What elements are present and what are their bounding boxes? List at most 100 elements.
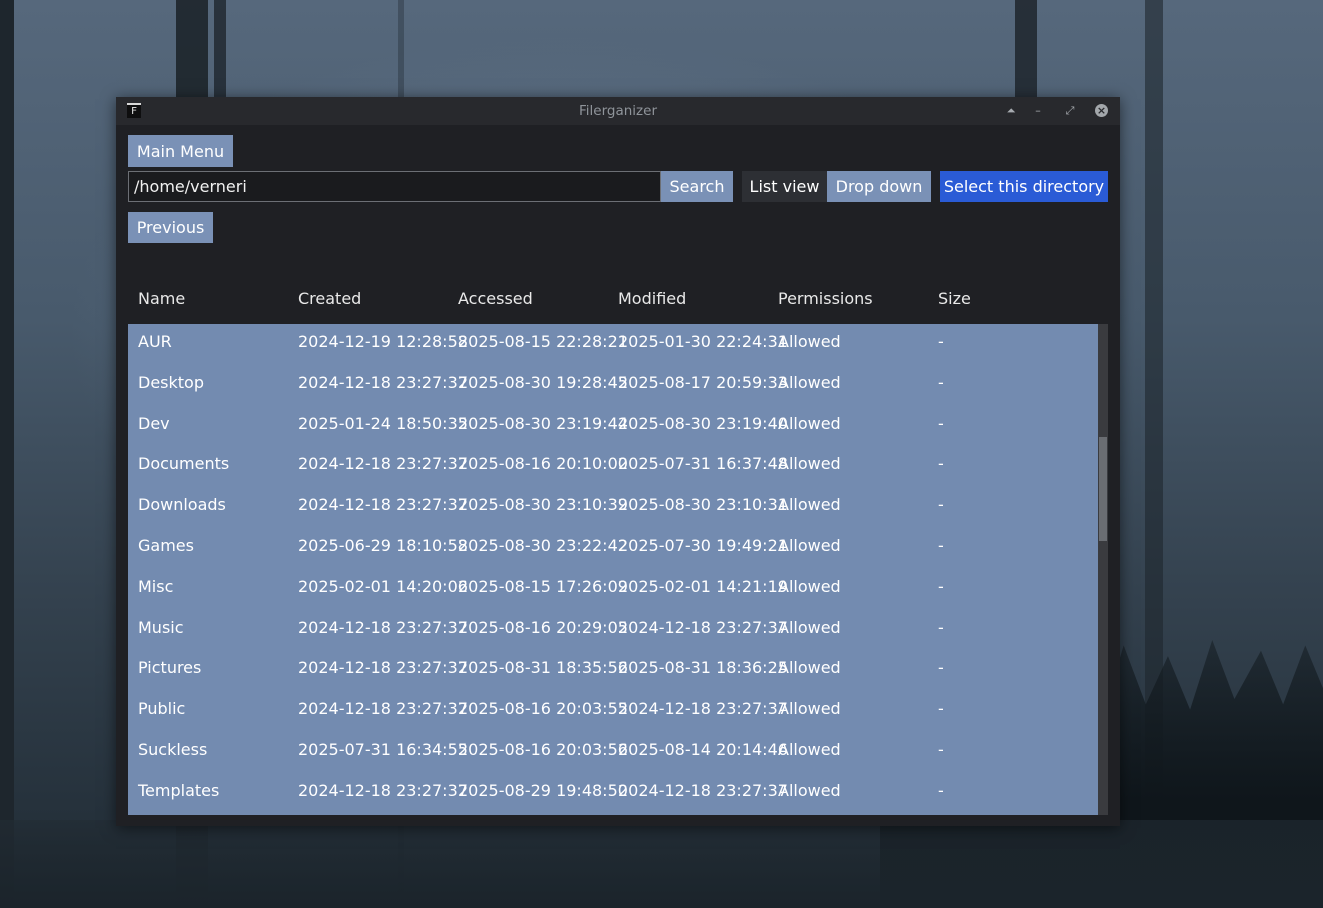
title-bar[interactable]: Filerganizer F ⏶ – ⤢ × [116,97,1120,125]
table-row[interactable]: Templates 2024-12-18 23:27:37 2025-08-29 1… [128,773,1098,814]
cell-permissions: Allowed [778,495,841,515]
cell-created: 2024-12-18 23:27:37 [298,617,468,637]
scrollbar-thumb[interactable] [1099,437,1107,541]
main-menu-button[interactable]: Main Menu [128,135,233,167]
table-row[interactable]: Dev 2025-01-24 18:50:35 2025-08-30 23:19:4… [128,406,1098,447]
close-icon[interactable]: × [1095,104,1108,117]
cell-created: 2025-07-31 16:34:55 [298,740,468,759]
cell-size: - [938,332,944,351]
file-list: AUR 2024-12-19 12:28:58 2025-08-15 22:28:2… [128,324,1108,815]
cell-permissions: Allowed [778,536,841,555]
cell-name: Dev [138,413,170,433]
previous-button[interactable]: Previous [128,212,213,243]
cell-size: - [938,740,944,759]
cell-name: Public [138,699,186,719]
header-accessed[interactable]: Accessed [458,287,533,311]
window-title: Filerganizer [579,103,657,119]
cell-accessed: 2025-08-30 19:28:45 [458,372,628,392]
cell-accessed: 2025-08-16 20:10:00 [458,454,628,474]
app-window: Filerganizer F ⏶ – ⤢ × Main Menu Search … [116,97,1120,826]
cell-created: 2025-06-29 18:10:58 [298,536,468,555]
cell-size: - [938,658,944,678]
cell-name: Desktop [138,372,204,392]
shade-icon[interactable]: ⏶ [1001,101,1021,121]
header-permissions[interactable]: Permissions [778,287,873,311]
maximize-icon[interactable]: ⤢ [1060,101,1080,121]
app-icon: F [127,103,141,118]
cell-modified: 2025-08-14 20:14:46 [618,740,788,759]
cell-created: 2024-12-18 23:27:37 [298,658,468,678]
cell-modified: 2025-07-30 19:49:21 [618,536,788,555]
table-row[interactable]: Desktop 2024-12-18 23:27:37 2025-08-30 19:… [128,365,1098,406]
cell-name: AUR [138,332,172,351]
table-row[interactable]: Public 2024-12-18 23:27:37 2025-08-16 20:0… [128,691,1098,732]
cell-modified: 2025-08-30 23:19:40 [618,413,788,433]
minimize-icon[interactable]: – [1028,101,1048,121]
cell-permissions: Allowed [778,699,841,719]
drop-down-button[interactable]: Drop down [827,171,931,202]
cell-created: 2024-12-19 12:28:58 [298,332,468,351]
cell-size: - [938,454,944,474]
cell-size: - [938,617,944,637]
select-directory-button[interactable]: Select this directory [940,171,1108,202]
cell-permissions: Allowed [778,372,841,392]
header-created[interactable]: Created [298,287,361,311]
cell-accessed: 2025-08-16 20:03:56 [458,740,628,759]
cell-size: - [938,413,944,433]
cell-accessed: 2025-08-31 18:35:56 [458,658,628,678]
cell-permissions: Allowed [778,658,841,678]
header-name[interactable]: Name [138,287,185,311]
cell-modified: 2024-12-18 23:27:37 [618,699,788,719]
cell-name: Downloads [138,495,226,515]
cell-created: 2024-12-18 23:27:37 [298,780,468,800]
cell-modified: 2025-08-31 18:36:25 [618,658,788,678]
cell-accessed: 2025-08-29 19:48:50 [458,780,628,800]
table-row[interactable]: Misc 2025-02-01 14:20:06 2025-08-15 17:26:… [128,569,1098,610]
cell-accessed: 2025-08-15 17:26:09 [458,576,628,596]
header-size[interactable]: Size [938,287,971,311]
cell-size: - [938,495,944,515]
cell-size: - [938,699,944,719]
cell-accessed: 2025-08-30 23:19:44 [458,413,628,433]
table-row[interactable]: AUR 2024-12-19 12:28:58 2025-08-15 22:28:2… [128,324,1098,365]
table-row[interactable]: Pictures 2024-12-18 23:27:37 2025-08-31 18… [128,650,1098,691]
header-modified[interactable]: Modified [618,287,686,311]
cell-created: 2025-02-01 14:20:06 [298,576,468,596]
cell-name: Misc [138,576,174,596]
cell-created: 2024-12-18 23:27:37 [298,372,468,392]
path-input[interactable] [128,171,661,202]
wallpaper-tree-trunk [0,0,14,908]
cell-size: - [938,780,944,800]
cell-permissions: Allowed [778,780,841,800]
search-button[interactable]: Search [661,171,733,202]
cell-modified: 2025-08-30 23:10:31 [618,495,788,515]
table-header: Name Created Accessed Modified Permissio… [128,287,1108,311]
cell-modified: 2025-07-31 16:37:48 [618,454,788,474]
scrollbar[interactable] [1098,324,1108,815]
cell-modified: 2024-12-18 23:27:37 [618,617,788,637]
cell-modified: 2025-01-30 22:24:31 [618,332,788,351]
cell-permissions: Allowed [778,617,841,637]
table-row[interactable]: Downloads 2024-12-18 23:27:37 2025-08-30 2… [128,487,1098,528]
table-row[interactable]: Suckless 2025-07-31 16:34:55 2025-08-16 20… [128,732,1098,773]
cell-modified: 2025-02-01 14:21:19 [618,576,788,596]
cell-permissions: Allowed [778,576,841,596]
cell-permissions: Allowed [778,740,841,759]
cell-name: Music [138,617,184,637]
table-row[interactable]: Documents 2024-12-18 23:27:37 2025-08-16 2… [128,446,1098,487]
cell-created: 2024-12-18 23:27:37 [298,495,468,515]
table-row[interactable]: Games 2025-06-29 18:10:58 2025-08-30 23:22… [128,528,1098,569]
wallpaper-ground [0,820,1323,908]
cell-name: Suckless [138,740,208,759]
cell-accessed: 2025-08-16 20:03:55 [458,699,628,719]
cell-permissions: Allowed [778,454,841,474]
list-view-button[interactable]: List view [742,171,827,202]
cell-name: Documents [138,454,230,474]
table-row[interactable]: Music 2024-12-18 23:27:37 2025-08-16 20:29… [128,610,1098,651]
cell-modified: 2025-08-17 20:59:33 [618,372,788,392]
cell-accessed: 2025-08-16 20:29:05 [458,617,628,637]
cell-created: 2025-01-24 18:50:35 [298,413,468,433]
cell-name: Templates [138,780,220,800]
cell-name: Pictures [138,658,202,678]
cell-modified: 2024-12-18 23:27:37 [618,780,788,800]
